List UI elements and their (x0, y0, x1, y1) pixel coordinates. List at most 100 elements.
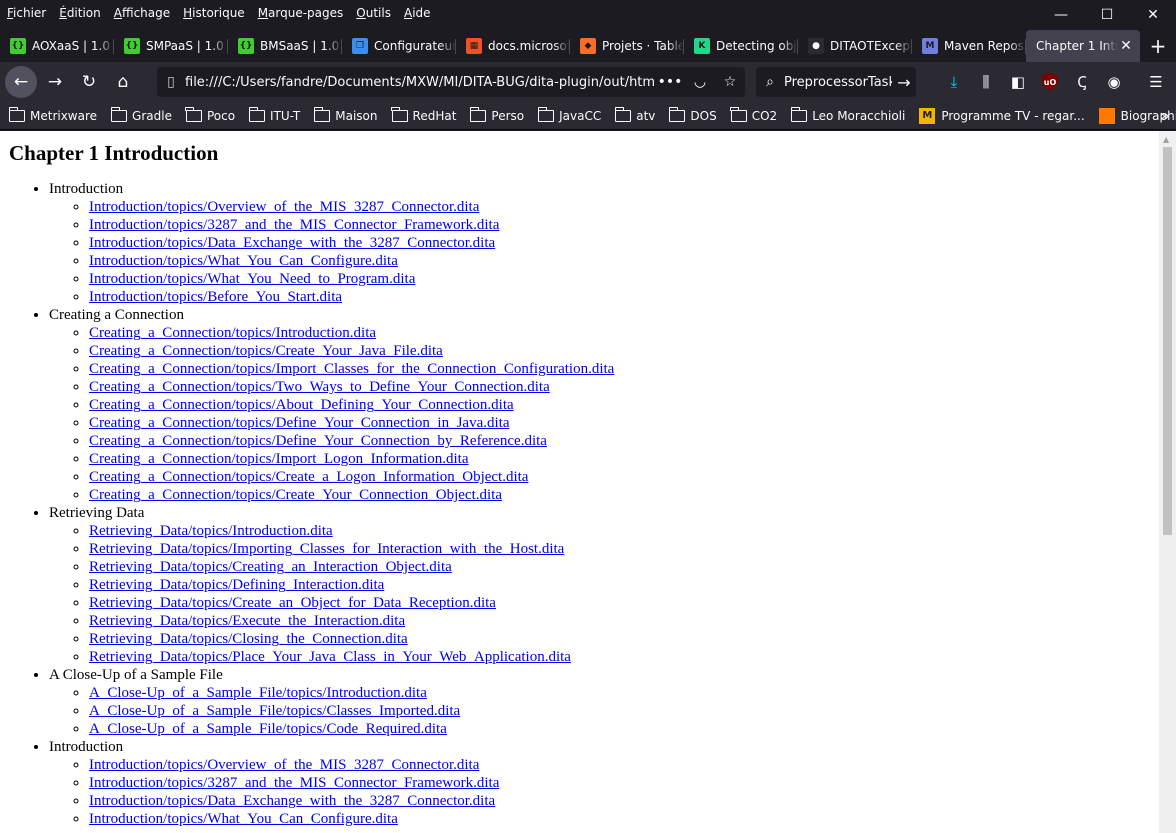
toc-link[interactable]: Retrieving_Data/topics/Closing_the_Conne… (89, 631, 408, 647)
toc-link[interactable]: Introduction/topics/Before_You_Start.dit… (89, 289, 342, 305)
green-brackets-icon: {} (238, 38, 254, 54)
bookmark-8[interactable]: atv (606, 106, 660, 123)
pocket-icon[interactable]: ◡ (685, 74, 715, 90)
new-tab-button[interactable]: + (1140, 30, 1176, 62)
downloads-icon[interactable]: ⤓ (938, 66, 970, 98)
close-tab-icon[interactable]: ✕ (1118, 38, 1134, 54)
toc-link[interactable]: Creating_a_Connection/topics/Two_Ways_to… (89, 379, 550, 395)
toc-link[interactable]: Introduction/topics/What_You_Can_Configu… (89, 811, 398, 827)
tab-9[interactable]: Chapter 1 Intro ✕ (1026, 30, 1140, 62)
toc-link[interactable]: Creating_a_Connection/topics/About_Defin… (89, 397, 514, 413)
reload-button[interactable]: ↻ (73, 66, 105, 98)
library-icon[interactable]: ⫼ (970, 66, 1002, 98)
tab-0[interactable]: {} AOXaaS | 1.0 (0, 30, 114, 62)
bookmark-2[interactable]: Poco (177, 106, 240, 123)
app-menu-icon[interactable]: ☰ (1140, 66, 1172, 98)
toc-link[interactable]: Creating_a_Connection/topics/Introductio… (89, 325, 376, 341)
toc-item: Introduction/topics/What_You_Can_Configu… (89, 252, 614, 270)
home-button[interactable]: ⌂ (107, 66, 139, 98)
search-go-icon[interactable]: → (892, 73, 916, 92)
back-button[interactable]: ← (5, 66, 37, 98)
toc-item: Creating_a_Connection/topics/Create_a_Lo… (89, 468, 614, 486)
toc-link[interactable]: Retrieving_Data/topics/Defining_Interact… (89, 577, 384, 593)
page-actions-icon[interactable]: ••• (655, 74, 685, 90)
toc-link[interactable]: Retrieving_Data/topics/Introduction.dita (89, 523, 333, 539)
microsoft-icon: ▦ (466, 38, 482, 54)
tab-1[interactable]: {} SMPaaS | 1.0 (114, 30, 228, 62)
folder-icon (185, 106, 202, 122)
toc-link[interactable]: A_Close-Up_of_a_Sample_File/topics/Class… (89, 703, 460, 719)
toc-section-label: A Close-Up of a Sample File (49, 667, 223, 683)
toc-link[interactable]: Retrieving_Data/topics/Place_Your_Java_C… (89, 649, 571, 665)
sidebar-icon[interactable]: ◧ (1002, 66, 1034, 98)
toc-link[interactable]: Introduction/topics/What_You_Need_to_Pro… (89, 271, 415, 287)
extension-icon[interactable]: Ꞔ (1066, 66, 1098, 98)
toc-link[interactable]: Creating_a_Connection/topics/Create_a_Lo… (89, 469, 528, 485)
bookmark-11[interactable]: Leo Moracchioli (782, 106, 910, 123)
account-icon[interactable]: ◉ (1098, 66, 1130, 98)
toc-link[interactable]: A_Close-Up_of_a_Sample_File/topics/Code_… (89, 721, 447, 737)
menu-item-1[interactable]: Édition (52, 2, 107, 24)
bookmark-10[interactable]: CO2 (722, 106, 782, 123)
tab-5[interactable]: ◆ Projets · Table (570, 30, 684, 62)
toc-item: Introduction/topics/3287_and_the_MIS_Con… (89, 774, 614, 792)
bookmark-6[interactable]: Perso (461, 106, 529, 123)
search-bar[interactable]: ⌕ → (756, 67, 916, 97)
toc-link[interactable]: Introduction/topics/Data_Exchange_with_t… (89, 793, 495, 809)
toc-link[interactable]: Retrieving_Data/topics/Execute_the_Inter… (89, 613, 405, 629)
scroll-up-icon[interactable]: ▲ (1163, 135, 1169, 144)
toc-link[interactable]: Introduction/topics/3287_and_the_MIS_Con… (89, 775, 499, 791)
search-input[interactable] (784, 74, 892, 90)
menu-item-0[interactable]: Fichier (0, 2, 52, 24)
minimize-button[interactable]: — (1038, 0, 1084, 30)
toc-link[interactable]: Introduction/topics/3287_and_the_MIS_Con… (89, 217, 499, 233)
bookmark-label: Leo Moracchioli (812, 108, 906, 123)
bookmark-0[interactable]: Metrixware (0, 106, 102, 123)
toc-link[interactable]: Creating_a_Connection/topics/Import_Clas… (89, 361, 614, 377)
toc-link[interactable]: Introduction/topics/What_You_Can_Configu… (89, 253, 398, 269)
folder-icon (790, 106, 808, 122)
toc-link[interactable]: Retrieving_Data/topics/Creating_an_Inter… (89, 559, 452, 575)
toc-link[interactable]: Introduction/topics/Overview_of_the_MIS_… (89, 757, 479, 773)
bookmarks-overflow-icon[interactable]: » (1160, 106, 1170, 125)
bookmark-3[interactable]: ITU-T (240, 106, 305, 123)
bookmark-9[interactable]: DOS (660, 106, 721, 123)
tab-6[interactable]: K Detecting obj (684, 30, 798, 62)
tab-8[interactable]: M Maven Repos (912, 30, 1026, 62)
bookmark-7[interactable]: JavaCC (529, 106, 606, 123)
scrollbar-thumb[interactable] (1163, 147, 1172, 535)
toc-item: Retrieving_Data/topics/Place_Your_Java_C… (89, 648, 614, 666)
bookmark-4[interactable]: Maison (305, 106, 382, 123)
toc-link[interactable]: Retrieving_Data/topics/Create_an_Object_… (89, 595, 496, 611)
tab-4[interactable]: ▦ docs.microsoft (456, 30, 570, 62)
vertical-scrollbar[interactable]: ▲ (1159, 131, 1176, 833)
forward-button[interactable]: → (39, 66, 71, 98)
toc-link[interactable]: Creating_a_Connection/topics/Create_Your… (89, 343, 443, 359)
menu-item-2[interactable]: Affichage (107, 2, 176, 24)
toc-link[interactable]: Creating_a_Connection/topics/Create_Your… (89, 487, 502, 503)
toc-link[interactable]: A_Close-Up_of_a_Sample_File/topics/Intro… (89, 685, 427, 701)
toc-link[interactable]: Creating_a_Connection/topics/Import_Logo… (89, 451, 469, 467)
tab-3[interactable]: ❐ Configurateur (342, 30, 456, 62)
tab-2[interactable]: {} BMSaaS | 1.0 (228, 30, 342, 62)
toc-link[interactable]: Introduction/topics/Overview_of_the_MIS_… (89, 199, 479, 215)
toc-link[interactable]: Creating_a_Connection/topics/Define_Your… (89, 415, 509, 431)
close-window-button[interactable]: ✕ (1130, 0, 1176, 30)
menu-item-4[interactable]: Marque-pages (251, 2, 350, 24)
menu-item-3[interactable]: Historique (176, 2, 251, 24)
bookmark-5[interactable]: RedHat (383, 106, 462, 123)
toc-link[interactable]: Introduction/topics/Data_Exchange_with_t… (89, 235, 495, 251)
windows-icon: ❐ (352, 38, 368, 54)
url-text[interactable]: file:///C:/Users/fandre/Documents/MXW/MI… (185, 75, 655, 90)
menu-item-6[interactable]: Aide (397, 2, 437, 24)
bookmark-1[interactable]: Gradle (102, 106, 177, 123)
bookmark-star-icon[interactable]: ☆ (715, 74, 745, 90)
tab-7[interactable]: ● DITAOTExcept (798, 30, 912, 62)
toc-link[interactable]: Retrieving_Data/topics/Importing_Classes… (89, 541, 564, 557)
toc-link[interactable]: Creating_a_Connection/topics/Define_Your… (89, 433, 547, 449)
maximize-button[interactable]: ☐ (1084, 0, 1130, 30)
ublock-origin-icon[interactable]: uO (1034, 66, 1066, 98)
menu-item-5[interactable]: Outils (349, 2, 397, 24)
url-bar[interactable]: ▯ file:///C:/Users/fandre/Documents/MXW/… (157, 67, 745, 97)
bookmark-12[interactable]: M Programme TV - regar... (910, 107, 1089, 124)
